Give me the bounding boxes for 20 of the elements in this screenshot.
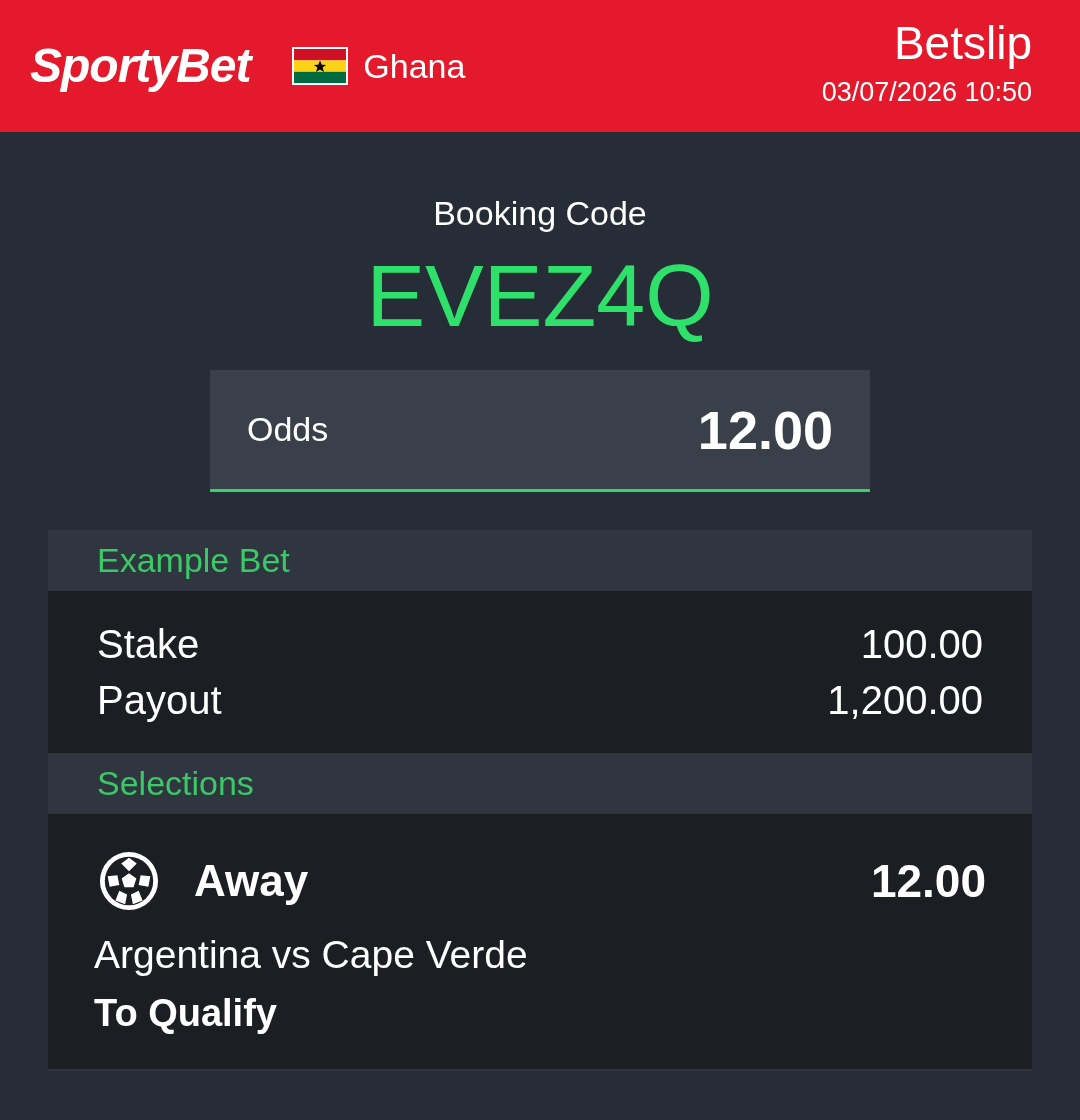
booking-code-label: Booking Code (433, 196, 647, 230)
flag-icon (292, 47, 349, 85)
soccer-ball-icon (98, 850, 160, 912)
selection-pick: Away (194, 856, 309, 906)
row-label: Stake (97, 622, 200, 666)
row-value: 100.00 (860, 622, 983, 666)
odds-label: Odds (247, 410, 329, 449)
odds-value: 12.00 (697, 398, 833, 461)
row-label: Payout (97, 678, 222, 722)
booking-code: EVEZ4Q (366, 252, 714, 340)
logo: SportyBet (30, 42, 251, 90)
section-title: Selections (97, 764, 254, 803)
page-title: Betslip (893, 17, 1032, 69)
section-title: Example Bet (97, 541, 290, 580)
row-value: 1,200.00 (827, 678, 983, 722)
market-name: To Qualify (94, 990, 278, 1036)
date-time: 03/07/2026 10:50 (821, 76, 1032, 109)
country-label: Ghana (363, 49, 466, 83)
match-name: Argentina vs Cape Verde (94, 932, 529, 978)
selection-odds: 12.00 (870, 854, 986, 908)
